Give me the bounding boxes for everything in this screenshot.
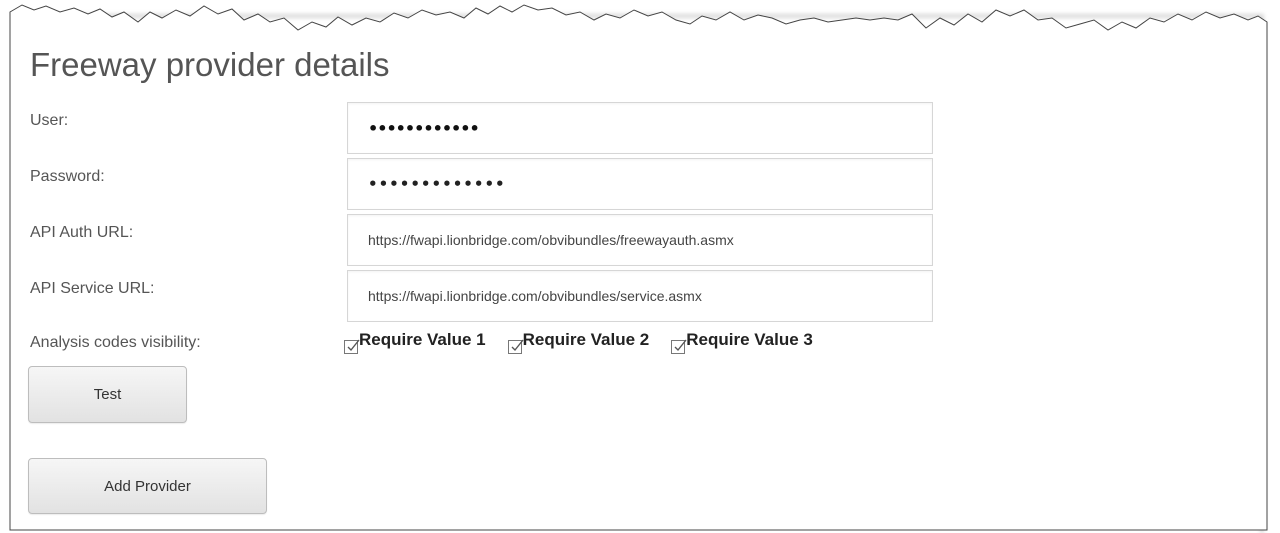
add-provider-button[interactable]: Add Provider (28, 458, 267, 514)
password-field[interactable]: ••••••••••••• (347, 158, 933, 210)
require-value-1-label: Require Value 1 (359, 330, 486, 349)
checkbox-checked-icon[interactable] (671, 339, 687, 354)
analysis-checkbox-group: Require Value 1 Require Value 2 Require … (344, 330, 835, 354)
password-label: Password: (30, 168, 105, 185)
analysis-codes-label: Analysis codes visibility: (30, 334, 201, 351)
api-service-url-field[interactable]: https://fwapi.lionbridge.com/obvibundles… (347, 270, 933, 322)
test-button[interactable]: Test (28, 366, 187, 423)
api-service-url-label: API Service URL: (30, 280, 155, 297)
user-value: •••••••••••• (368, 118, 480, 138)
require-value-3-label: Require Value 3 (686, 330, 813, 349)
api-auth-url-label: API Auth URL: (30, 224, 134, 241)
require-value-2-checkbox[interactable]: Require Value 2 (507, 330, 650, 354)
page-title: Freeway provider details (30, 46, 390, 83)
user-field[interactable]: •••••••••••• (347, 102, 933, 154)
provider-details-panel: Freeway provider details User: •••••••••… (12, 0, 1267, 530)
require-value-1-checkbox[interactable]: Require Value 1 (344, 330, 486, 354)
checkbox-checked-icon[interactable] (507, 339, 524, 354)
screenshot-canvas: Freeway provider details User: •••••••••… (0, 0, 1280, 533)
api-auth-url-value: https://fwapi.lionbridge.com/obvibundles… (368, 232, 734, 248)
checkbox-checked-icon[interactable] (344, 339, 360, 354)
require-value-2-label: Require Value 2 (522, 330, 650, 349)
require-value-3-checkbox[interactable]: Require Value 3 (671, 330, 813, 354)
api-auth-url-field[interactable]: https://fwapi.lionbridge.com/obvibundles… (347, 214, 933, 266)
user-label: User: (30, 112, 69, 129)
password-value: ••••••••••••• (368, 175, 506, 193)
api-service-url-value: https://fwapi.lionbridge.com/obvibundles… (368, 288, 702, 304)
